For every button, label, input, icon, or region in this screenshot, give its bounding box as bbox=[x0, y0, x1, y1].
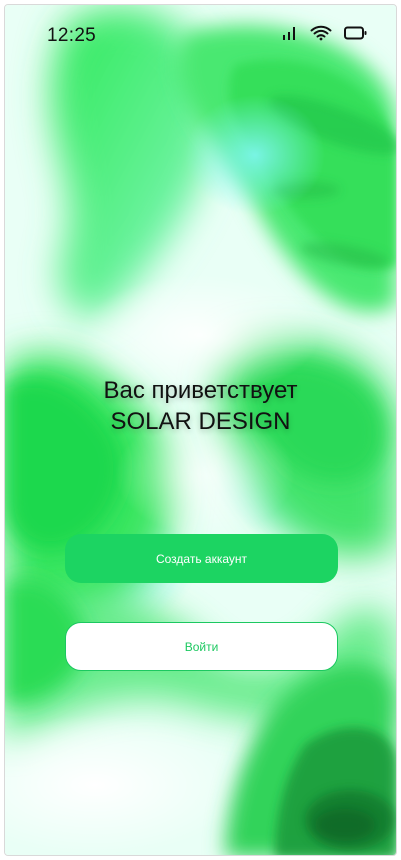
welcome-heading: Вас приветствует SOLAR DESIGN bbox=[5, 375, 396, 437]
status-bar: 12:25 bbox=[5, 5, 396, 69]
welcome-line-greeting: Вас приветствует bbox=[103, 377, 298, 404]
create-account-button[interactable]: Создать аккаунт bbox=[65, 534, 338, 583]
login-button[interactable]: Войти bbox=[65, 622, 338, 671]
phone-screen: 12:25 Вас приветствует SOLAR DESIGN Созд… bbox=[0, 0, 401, 860]
app-frame: 12:25 Вас приветствует SOLAR DESIGN Созд… bbox=[4, 4, 397, 856]
wifi-icon bbox=[310, 25, 332, 41]
battery-icon bbox=[344, 26, 367, 40]
welcome-line-brand: SOLAR DESIGN bbox=[110, 408, 291, 435]
status-time: 12:25 bbox=[47, 25, 97, 46]
signal-icon bbox=[283, 27, 295, 40]
status-icons bbox=[282, 25, 368, 41]
